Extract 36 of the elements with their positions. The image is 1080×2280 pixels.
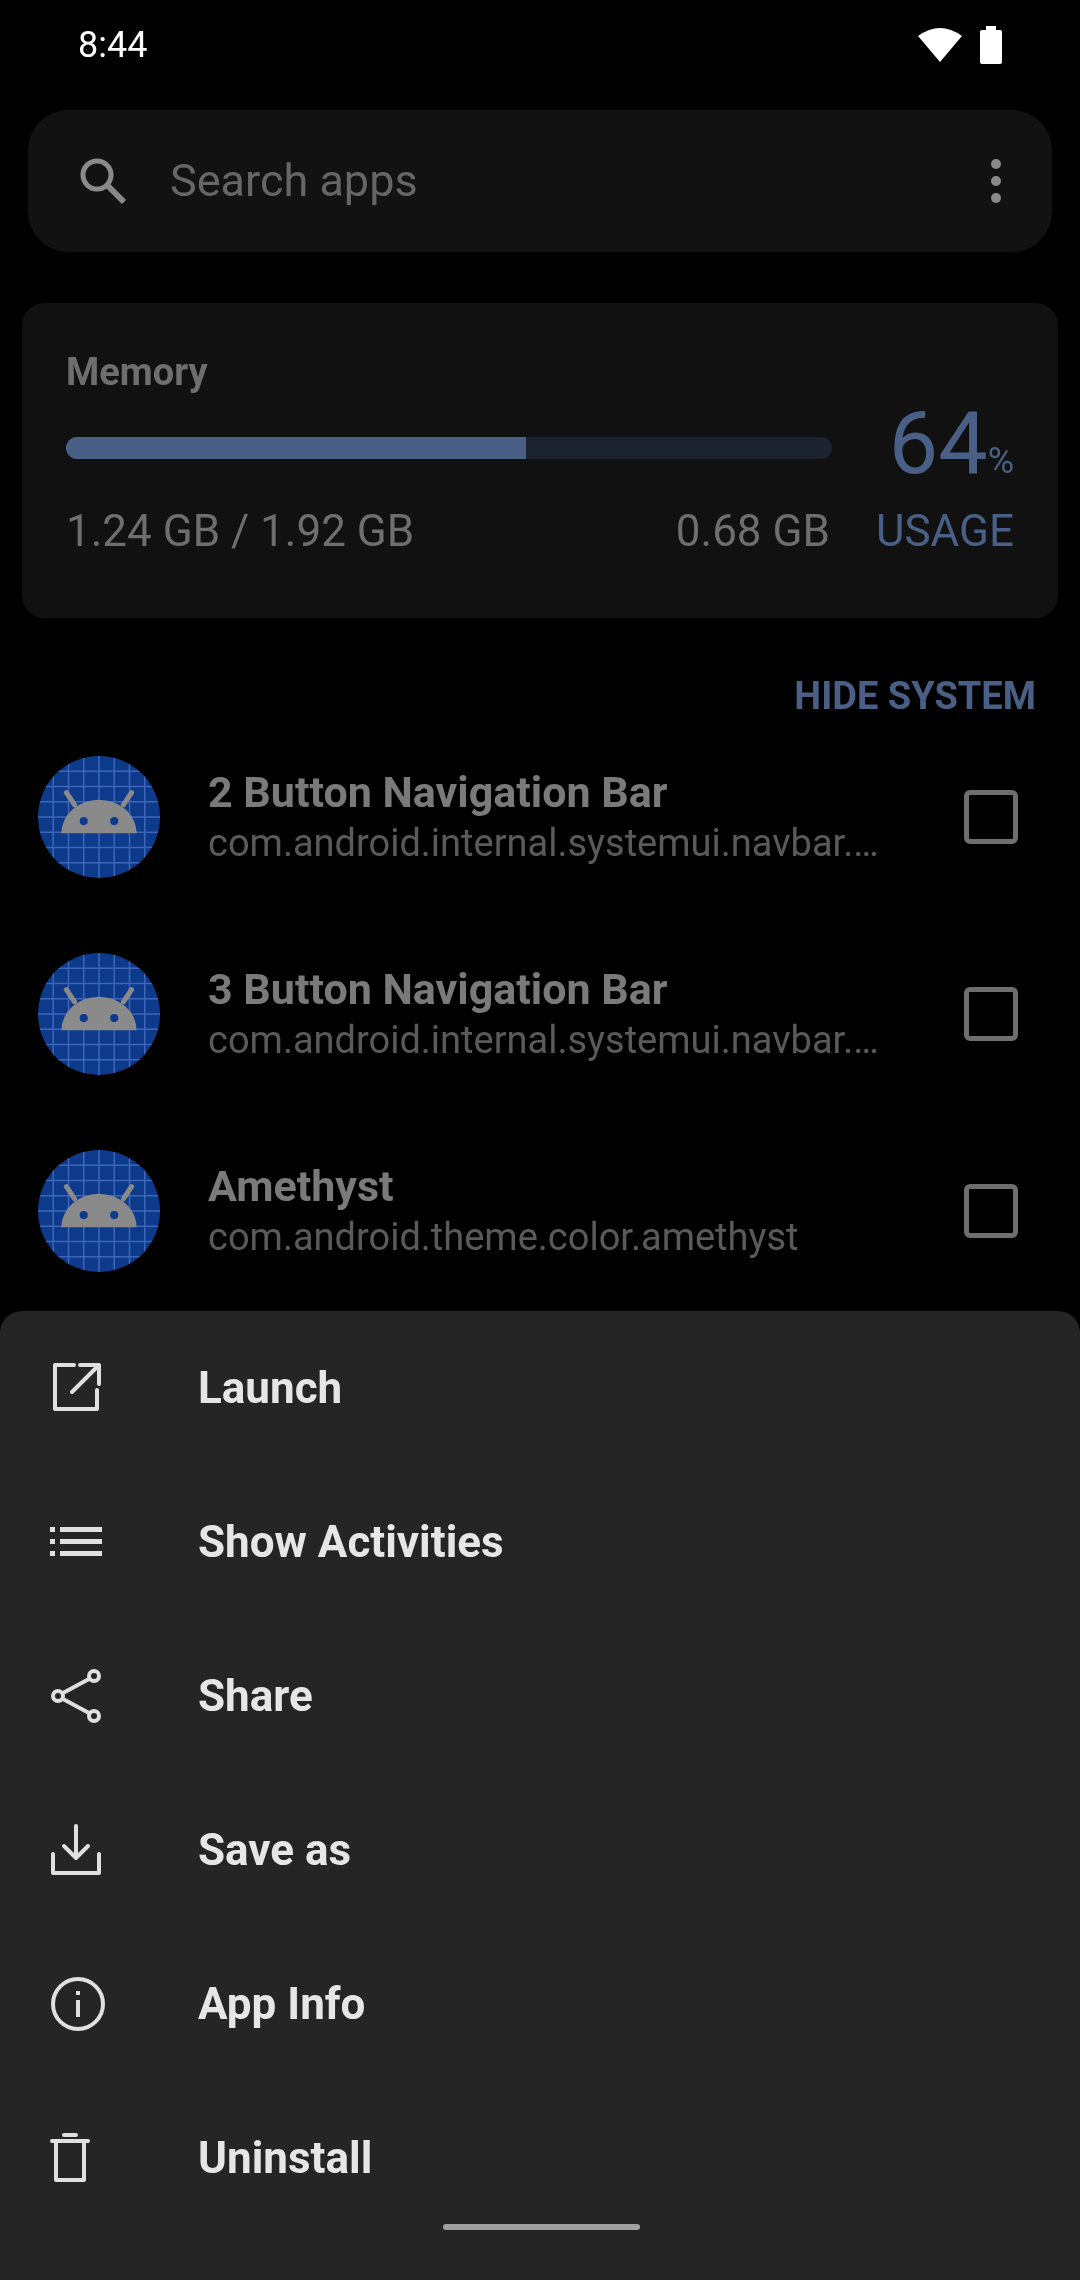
memory-free: 0.68 GB [675,509,830,553]
menu-item[interactable]: Uninstall [0,2081,1080,2235]
app-checkbox[interactable] [964,789,1018,844]
search-icon [78,156,128,206]
trash-icon [50,2133,90,2183]
app-row[interactable]: 3 Button Navigation Bar com.android.internal.systemui.navbar.… [0,915,1080,1112]
menu-item[interactable]: App Info [0,1927,1080,2081]
wifi-icon [918,28,962,62]
search-field[interactable]: Search apps [170,147,990,215]
app-package: com.android.theme.color.amethyst [208,1213,800,1261]
share-icon [50,1668,102,1724]
info-icon [50,1976,106,2032]
app-row[interactable]: 2 Button Navigation Bar com.android.internal.systemui.navbar.… [0,718,1080,915]
app-package: com.android.internal.systemui.navbar.… [208,1016,880,1064]
external-link-icon [50,1362,102,1414]
more-options-icon[interactable] [990,158,1002,204]
battery-icon [980,26,1002,64]
menu-item[interactable]: Launch [0,1311,1080,1465]
app-name: Amethyst [208,1159,395,1213]
app-checkbox[interactable] [964,1183,1018,1238]
memory-used: 1.24 GB / 1.92 GB [66,509,415,553]
app-name: 2 Button Navigation Bar [208,765,669,819]
status-time: 8:44 [78,23,148,68]
app-checkbox[interactable] [964,986,1018,1041]
download-icon [50,1824,102,1876]
memory-label: Memory [66,353,209,391]
menu-item[interactable]: Share [0,1619,1080,1773]
usage-percent: 64 [888,399,988,487]
search-bar[interactable]: Search apps [28,110,1052,252]
percent-sign: % [987,443,1014,479]
menu-item[interactable]: Show Activities [0,1465,1080,1619]
menu-item[interactable]: Save as [0,1773,1080,1927]
app-package: com.android.internal.systemui.navbar.… [208,819,880,867]
app-row[interactable]: Amethyst com.android.theme.color.amethyst [0,1112,1080,1309]
app-name: 3 Button Navigation Bar [208,962,669,1016]
list-icon [50,1527,102,1557]
